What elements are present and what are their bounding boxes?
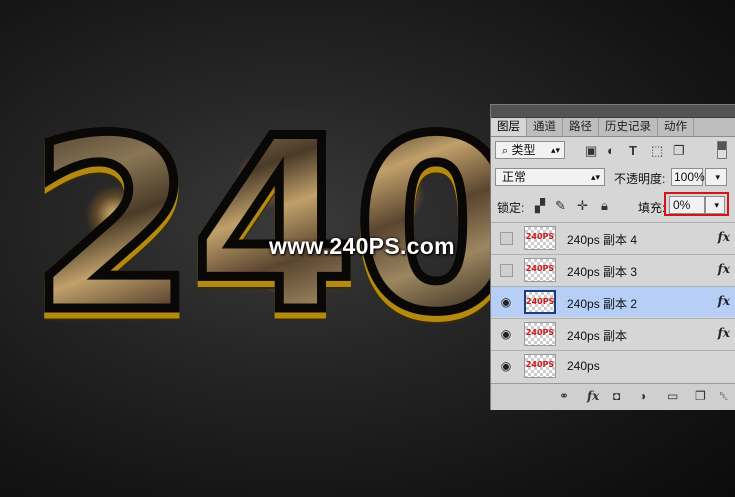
- layer-effects-icon[interactable]: fx: [718, 262, 730, 276]
- lock-transparent-icon[interactable]: ▞: [535, 198, 545, 214]
- layer-name[interactable]: 240ps 副本: [567, 327, 627, 344]
- layer-name[interactable]: 240ps 副本 2: [567, 295, 637, 312]
- panel-footer: ⚭ fx ◘ ◑ ▭ ❐ ␡: [491, 383, 735, 410]
- chevron-updown-icon: ▴▾: [590, 172, 600, 182]
- link-layers-icon[interactable]: ⚭: [559, 389, 569, 403]
- smart-object-filter-icon[interactable]: ❐: [673, 143, 685, 159]
- visibility-off-icon[interactable]: [500, 264, 513, 277]
- layer-name[interactable]: 240ps 副本 4: [567, 231, 637, 248]
- chevron-down-icon: ▾: [715, 172, 720, 182]
- thumbnail-text: 240PS: [526, 297, 555, 306]
- layer-row[interactable]: ◉ 240PS 240ps 副本 2 fx: [491, 286, 735, 317]
- layer-thumbnail[interactable]: 240PS: [524, 322, 556, 346]
- filter-toggle-icon[interactable]: [717, 141, 727, 159]
- opacity-dropdown[interactable]: ▾: [705, 168, 727, 186]
- fill-label: 填充:: [638, 201, 666, 215]
- layer-effects-icon[interactable]: fx: [718, 294, 730, 308]
- lock-position-icon[interactable]: ✛: [577, 198, 588, 214]
- add-style-icon[interactable]: fx: [587, 389, 599, 403]
- thumbnail-text: 240PS: [525, 328, 555, 337]
- layer-row[interactable]: 240PS 240ps 副本 4 fx: [491, 222, 735, 253]
- tab-actions[interactable]: 动作: [658, 118, 694, 136]
- visibility-off-icon[interactable]: [500, 232, 513, 245]
- opacity-label: 不透明度:: [614, 172, 666, 186]
- new-layer-icon[interactable]: ❐: [695, 389, 706, 403]
- layer-thumbnail[interactable]: 240PS: [524, 258, 556, 282]
- fill-highlight-box: [664, 192, 729, 216]
- layer-name[interactable]: 240ps 副本 3: [567, 263, 637, 280]
- watermark-text: www.240PS.com: [269, 233, 455, 259]
- trash-icon[interactable]: ␡: [719, 389, 729, 404]
- chevron-updown-icon: ▴▾: [550, 145, 560, 155]
- eye-icon[interactable]: ◉: [499, 359, 513, 373]
- tab-history[interactable]: 历史记录: [599, 118, 658, 136]
- type-filter-icon[interactable]: T: [629, 143, 637, 159]
- layer-thumbnail[interactable]: 240PS: [524, 290, 556, 314]
- filter-kind-select[interactable]: ⌕ 类型 ▴▾: [495, 141, 565, 159]
- thumbnail-text: 240PS: [525, 360, 555, 369]
- new-group-icon[interactable]: ▭: [667, 389, 678, 403]
- adjustment-filter-icon[interactable]: ◐: [607, 143, 615, 159]
- search-icon: ⌕: [502, 145, 509, 157]
- filter-kind-label: 类型: [511, 143, 536, 157]
- layer-row[interactable]: ◉ 240PS 240ps: [491, 350, 735, 381]
- thumbnail-text: 240PS: [525, 232, 555, 241]
- tab-paths[interactable]: 路径: [563, 118, 599, 136]
- pixel-filter-icon[interactable]: ▣: [585, 143, 597, 159]
- opacity-input[interactable]: 100%: [671, 168, 705, 186]
- eye-icon[interactable]: ◉: [499, 327, 513, 341]
- layer-thumbnail[interactable]: 240PS: [524, 354, 556, 378]
- new-adjustment-icon[interactable]: ◑: [639, 389, 646, 403]
- add-mask-icon[interactable]: ◘: [613, 389, 620, 403]
- layer-effects-icon[interactable]: fx: [718, 230, 730, 244]
- tab-layers[interactable]: 图层: [491, 118, 527, 136]
- blend-mode-select[interactable]: 正常 ▴▾: [495, 168, 605, 186]
- eye-icon[interactable]: ◉: [499, 295, 513, 309]
- layer-row[interactable]: 240PS 240ps 副本 3 fx: [491, 254, 735, 285]
- layer-row[interactable]: ◉ 240PS 240ps 副本 fx: [491, 318, 735, 349]
- lock-image-icon[interactable]: ✎: [555, 198, 566, 214]
- panel-tabs: 图层 通道 路径 历史记录 动作: [491, 118, 735, 137]
- lock-all-icon[interactable]: 🔒︎: [601, 198, 608, 214]
- thumbnail-text: 240PS: [525, 264, 555, 273]
- layer-name[interactable]: 240ps: [567, 359, 600, 373]
- lock-label: 锁定:: [497, 201, 525, 215]
- layer-thumbnail[interactable]: 240PS: [524, 226, 556, 250]
- shape-filter-icon[interactable]: ⬚: [651, 143, 663, 159]
- panel-title-bar[interactable]: [491, 105, 735, 118]
- tab-channels[interactable]: 通道: [527, 118, 563, 136]
- blend-mode-value: 正常: [502, 170, 527, 184]
- layer-effects-icon[interactable]: fx: [718, 326, 730, 340]
- layers-panel: 图层 通道 路径 历史记录 动作 ⌕ 类型 ▴▾ ▣ ◐ T ⬚ ❐ 正常 ▴▾…: [490, 104, 735, 410]
- opacity-value: 100%: [674, 170, 705, 184]
